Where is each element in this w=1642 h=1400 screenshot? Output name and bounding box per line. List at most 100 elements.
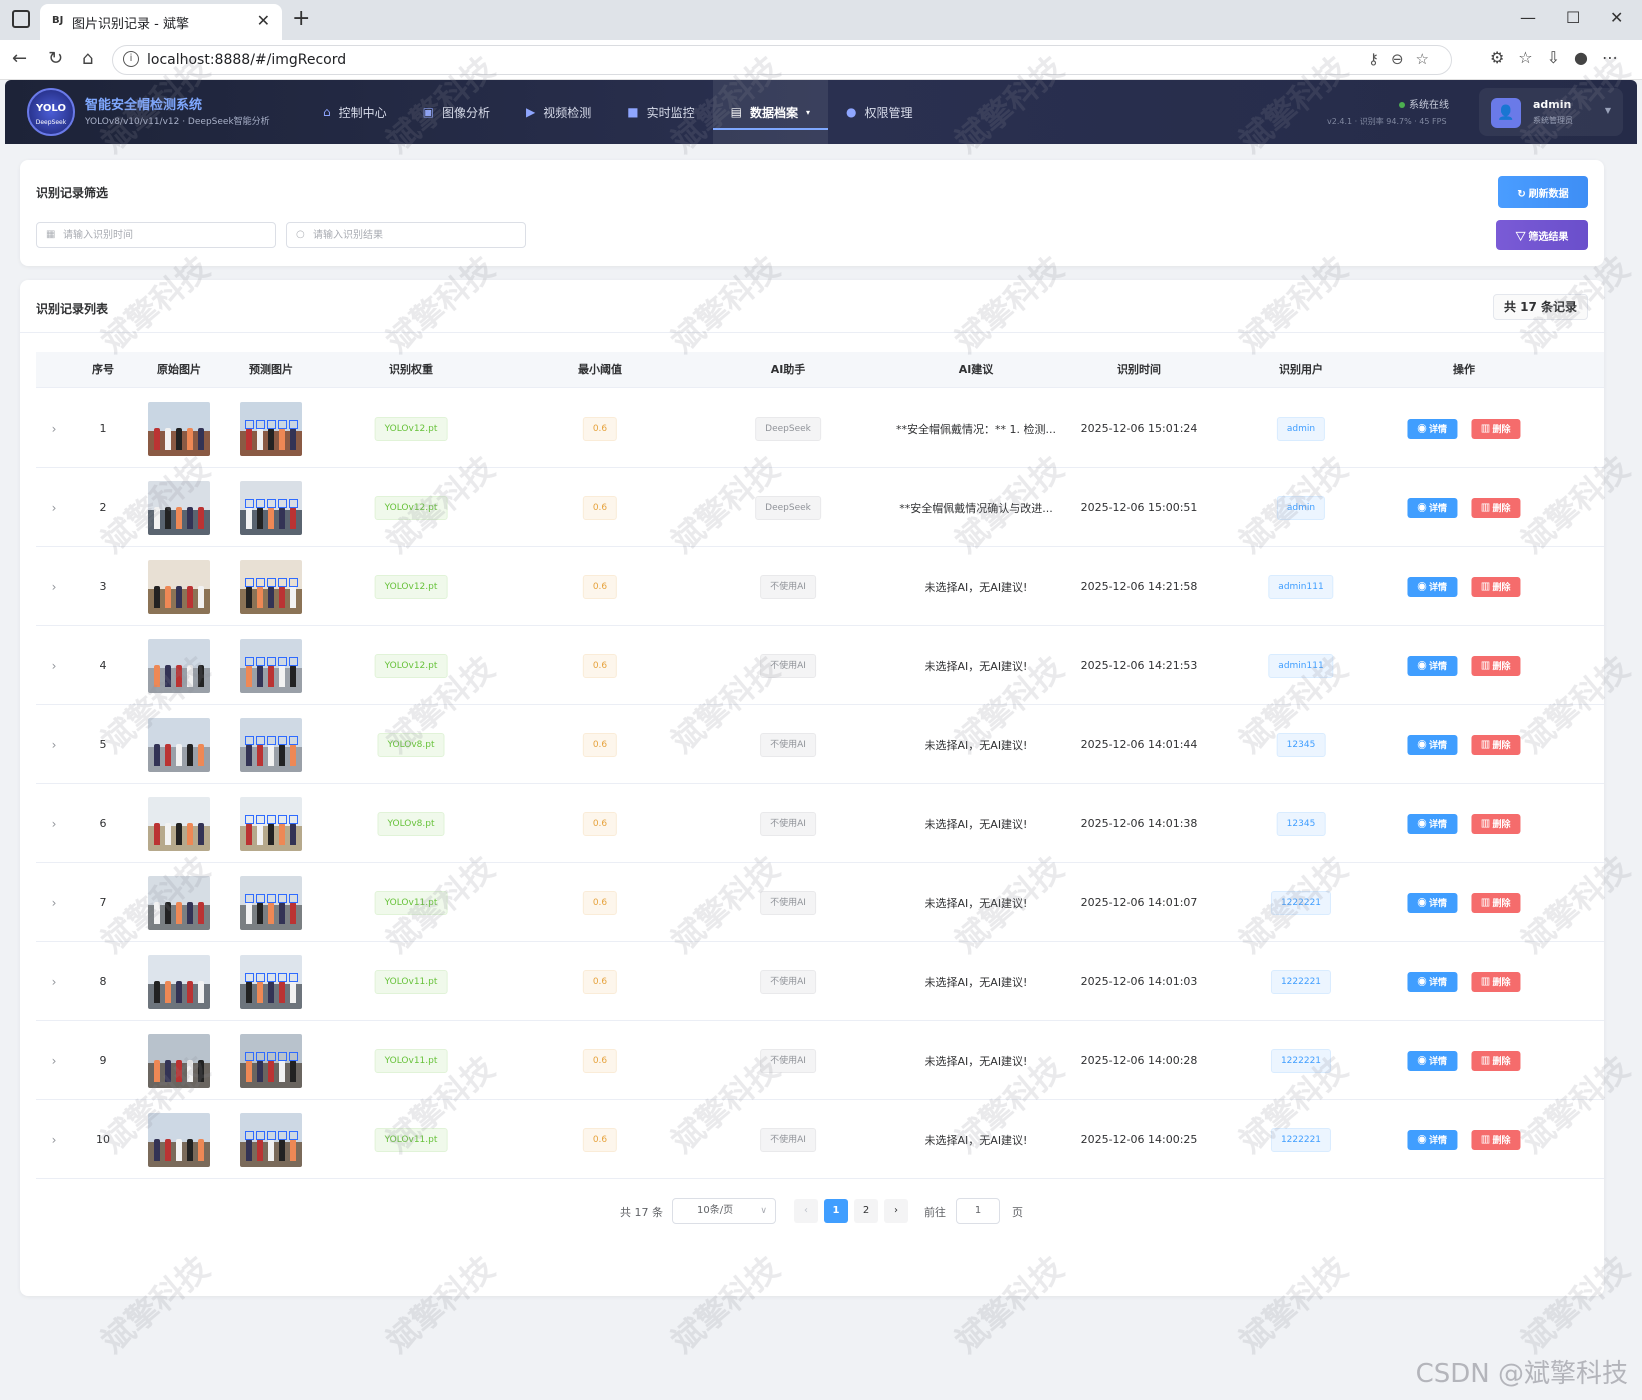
- page-size-select[interactable]: 10条/页 ∨: [672, 1198, 776, 1224]
- original-image[interactable]: [148, 875, 210, 930]
- predicted-image[interactable]: [240, 638, 302, 693]
- delete-button[interactable]: ▥ 删除: [1471, 576, 1521, 597]
- table-row[interactable]: › 4 YOLOv12.pt 0.6 不使用AI 未选择AI，无AI建议! 2025-12-…: [36, 626, 1604, 705]
- table-row[interactable]: › 8 YOLOv11.pt 0.6 不使用AI 未选择AI，无AI建议! 2025-12-…: [36, 942, 1604, 1021]
- next-page-button[interactable]: ›: [884, 1199, 908, 1223]
- eye-icon: ◉: [1417, 424, 1429, 434]
- filter-button[interactable]: ▽ 筛选结果: [1496, 220, 1588, 250]
- url-field[interactable]: i localhost:8888/#/imgRecord ⚷⊖☆: [112, 45, 1452, 75]
- detail-button[interactable]: ◉ 详情: [1407, 734, 1457, 755]
- maximize-icon[interactable]: ☐: [1566, 8, 1580, 27]
- predicted-image[interactable]: [240, 401, 302, 456]
- original-image[interactable]: [148, 480, 210, 535]
- predicted-image[interactable]: [240, 954, 302, 1009]
- table-row[interactable]: › 2 YOLOv12.pt 0.6 DeepSeek **安全帽佩戴情况确认与改进...…: [36, 468, 1604, 547]
- original-image[interactable]: [148, 717, 210, 772]
- expand-row-icon[interactable]: ›: [52, 738, 57, 752]
- detection-box: [256, 735, 265, 745]
- nav-item-control-center[interactable]: ⌂ 控制中心: [305, 80, 405, 144]
- detail-button[interactable]: ◉ 详情: [1407, 813, 1457, 834]
- delete-button[interactable]: ▥ 删除: [1471, 1050, 1521, 1071]
- delete-button[interactable]: ▥ 删除: [1471, 1129, 1521, 1150]
- nav-item-image-analysis[interactable]: ▣ 图像分析: [405, 80, 508, 144]
- original-image[interactable]: [148, 796, 210, 851]
- expand-row-icon[interactable]: ›: [52, 975, 57, 989]
- table-row[interactable]: › 5 YOLOv8.pt 0.6 不使用AI 未选择AI，无AI建议! 2025-12-0…: [36, 705, 1604, 784]
- site-info-icon[interactable]: i: [123, 51, 139, 67]
- delete-button[interactable]: ▥ 删除: [1471, 418, 1521, 439]
- delete-button[interactable]: ▥ 删除: [1471, 655, 1521, 676]
- nav-item-video-detection[interactable]: ▶ 视频检测: [508, 80, 609, 144]
- predicted-image[interactable]: [240, 875, 302, 930]
- original-image[interactable]: [148, 954, 210, 1009]
- result-filter-field[interactable]: ○: [286, 222, 526, 248]
- expand-row-icon[interactable]: ›: [52, 422, 57, 436]
- table-row[interactable]: › 10 YOLOv11.pt 0.6 不使用AI 未选择AI，无AI建议! 2025-12…: [36, 1100, 1604, 1179]
- detail-button[interactable]: ◉ 详情: [1407, 418, 1457, 439]
- time-filter-input[interactable]: [63, 226, 268, 245]
- tab-actions-icon[interactable]: [12, 10, 30, 28]
- original-image[interactable]: [148, 638, 210, 693]
- back-icon[interactable]: ←: [12, 48, 27, 69]
- table-cell: 2025-12-06 14:01:38: [1081, 784, 1198, 863]
- detail-button[interactable]: ◉ 详情: [1407, 971, 1457, 992]
- nav-item-permissions[interactable]: ● 权限管理: [828, 80, 931, 144]
- minimize-icon[interactable]: —: [1520, 8, 1536, 27]
- user-menu[interactable]: 👤 admin 系统管理员 ▼: [1479, 88, 1623, 136]
- detail-button[interactable]: ◉ 详情: [1407, 497, 1457, 518]
- expand-row-icon[interactable]: ›: [52, 580, 57, 594]
- expand-row-icon[interactable]: ›: [52, 501, 57, 515]
- detail-button[interactable]: ◉ 详情: [1407, 576, 1457, 597]
- browser-tab[interactable]: BJ 图片识别记录 - 斌擎 ✕: [40, 4, 282, 40]
- ai-advice: **安全帽佩戴情况确认与改进...: [899, 501, 1053, 515]
- nav-item-live-monitor[interactable]: ■ 实时监控: [609, 80, 712, 144]
- new-tab-icon[interactable]: +: [292, 6, 310, 31]
- delete-button[interactable]: ▥ 删除: [1471, 892, 1521, 913]
- page-2-button[interactable]: 2: [854, 1199, 878, 1223]
- original-image[interactable]: [148, 559, 210, 614]
- nav-item-data-archive[interactable]: ▤ 数据档案 ▾: [712, 80, 829, 144]
- detail-button[interactable]: ◉ 详情: [1407, 892, 1457, 913]
- predicted-image[interactable]: [240, 1033, 302, 1088]
- delete-button[interactable]: ▥ 删除: [1471, 497, 1521, 518]
- refresh-button[interactable]: ↻ 刷新数据: [1498, 176, 1588, 208]
- prev-page-button[interactable]: ‹: [794, 1199, 818, 1223]
- predicted-image[interactable]: [240, 796, 302, 851]
- delete-button[interactable]: ▥ 删除: [1471, 813, 1521, 834]
- original-image[interactable]: [148, 401, 210, 456]
- url-tools-icons[interactable]: ⚷⊖☆: [1368, 50, 1441, 68]
- home-icon[interactable]: ⌂: [82, 48, 93, 69]
- image-person: [198, 743, 204, 766]
- original-image[interactable]: [148, 1033, 210, 1088]
- browser-toolbar-icons[interactable]: ⚙☆⇩●⋯: [1490, 48, 1632, 67]
- predicted-image[interactable]: [240, 717, 302, 772]
- close-window-icon[interactable]: ✕: [1610, 8, 1623, 27]
- predicted-image[interactable]: [240, 480, 302, 535]
- table-cell: [240, 468, 302, 547]
- predicted-image[interactable]: [240, 1112, 302, 1167]
- expand-row-icon[interactable]: ›: [52, 1133, 57, 1147]
- table-row[interactable]: › 7 YOLOv11.pt 0.6 不使用AI 未选择AI，无AI建议! 2025-12-…: [36, 863, 1604, 942]
- predicted-image[interactable]: [240, 559, 302, 614]
- delete-button[interactable]: ▥ 删除: [1471, 734, 1521, 755]
- result-filter-input[interactable]: [313, 226, 518, 245]
- delete-button[interactable]: ▥ 删除: [1471, 971, 1521, 992]
- column-header: 识别用户: [1279, 363, 1323, 376]
- table-row[interactable]: › 6 YOLOv8.pt 0.6 不使用AI 未选择AI，无AI建议! 2025-12-0…: [36, 784, 1604, 863]
- expand-row-icon[interactable]: ›: [52, 896, 57, 910]
- table-row[interactable]: › 1 YOLOv12.pt 0.6 DeepSeek **安全帽佩戴情况：** 1. 检…: [36, 389, 1604, 468]
- expand-row-icon[interactable]: ›: [52, 817, 57, 831]
- detail-button[interactable]: ◉ 详情: [1407, 1050, 1457, 1071]
- time-filter-field[interactable]: ▦: [36, 222, 276, 248]
- tab-close-icon[interactable]: ✕: [257, 11, 270, 30]
- detail-button[interactable]: ◉ 详情: [1407, 655, 1457, 676]
- goto-page-input[interactable]: 1: [956, 1198, 1000, 1224]
- expand-row-icon[interactable]: ›: [52, 1054, 57, 1068]
- original-image[interactable]: [148, 1112, 210, 1167]
- expand-row-icon[interactable]: ›: [52, 659, 57, 673]
- detail-button[interactable]: ◉ 详情: [1407, 1129, 1457, 1150]
- reload-icon[interactable]: ↻: [48, 48, 63, 69]
- table-row[interactable]: › 9 YOLOv11.pt 0.6 不使用AI 未选择AI，无AI建议! 2025-12-…: [36, 1021, 1604, 1100]
- page-1-button[interactable]: 1: [824, 1199, 848, 1223]
- table-row[interactable]: › 3 YOLOv12.pt 0.6 不使用AI 未选择AI，无AI建议! 2025-12-…: [36, 547, 1604, 626]
